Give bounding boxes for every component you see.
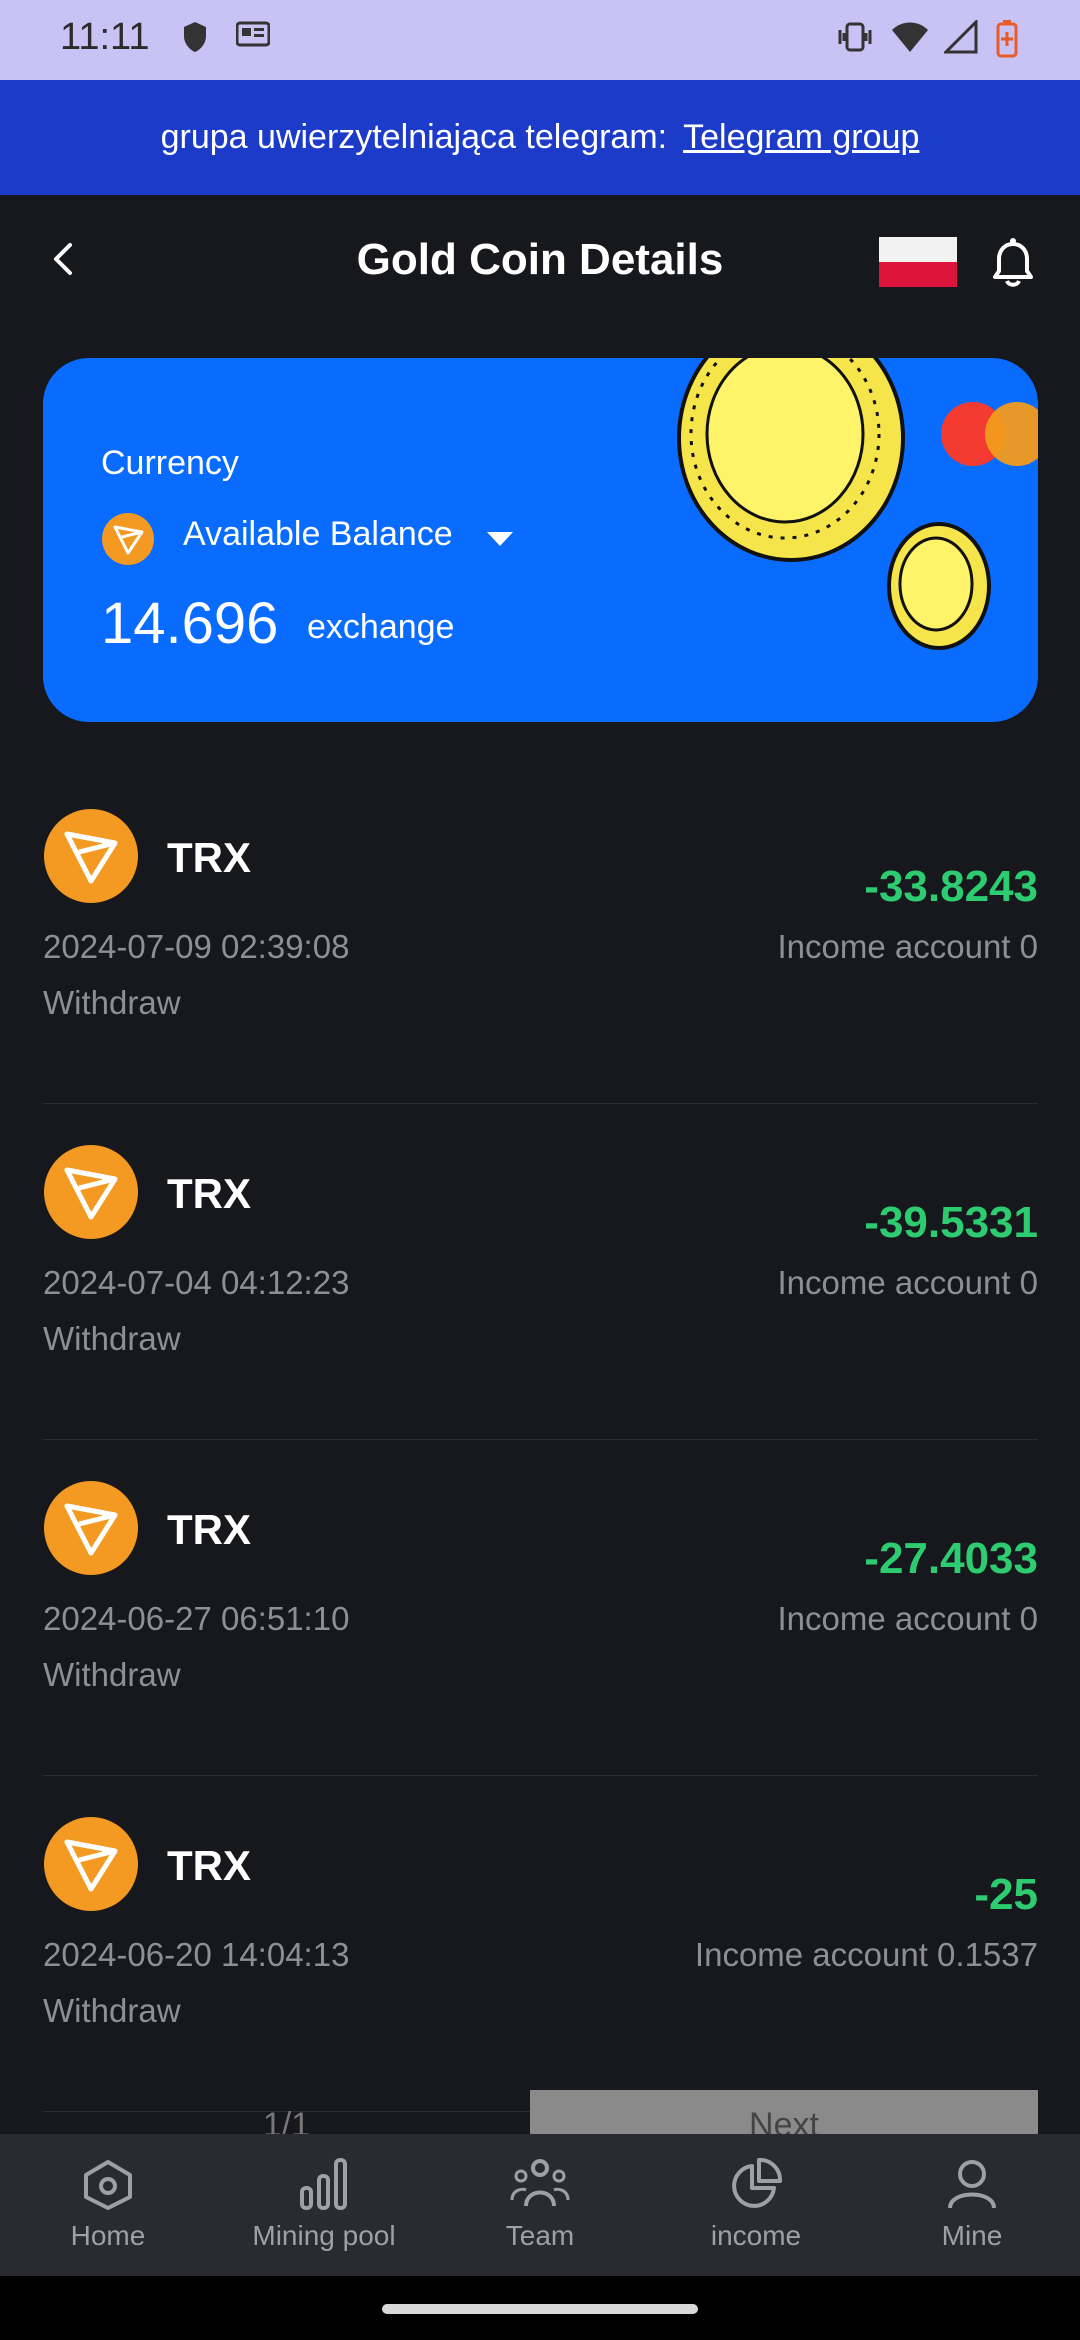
bottom-tab-bar: Home Mining pool Team income Mine [0,2134,1080,2276]
trx-coin-icon [44,809,138,903]
chevron-down-icon[interactable] [485,530,515,548]
tab-mining-pool[interactable]: Mining pool [216,2134,432,2276]
amount: -39.5331 [864,1198,1038,1247]
account-info: Income account 0 [777,928,1039,965]
amount: -25 [974,1870,1038,1919]
tab-label: Home [70,2220,146,2251]
tab-mine[interactable]: Mine [864,2134,1080,2276]
team-icon [510,2159,570,2207]
tab-income[interactable]: income [648,2134,864,2276]
transaction-type: Withdraw [43,1320,181,1357]
signal-icon [944,20,978,54]
list-item[interactable]: TRX -25 2024-06-20 14:04:13 Income accou… [43,1776,1038,2112]
timestamp: 2024-07-04 04:12:23 [43,1264,350,1301]
account-info: Income account 0 [777,1264,1039,1301]
vibrate-icon [838,22,872,52]
tab-label: Mine [941,2220,1003,2251]
shield-icon [184,22,206,52]
amount: -27.4033 [864,1534,1038,1583]
transaction-list: TRX -33.8243 2024-07-09 02:39:08 Income … [43,768,1038,2112]
trx-coin-icon [44,1817,138,1911]
wifi-icon [892,22,928,52]
trx-coin-icon [44,1145,138,1239]
poland-flag-icon[interactable] [879,237,957,287]
tab-label: income [710,2220,802,2251]
user-icon [948,2160,996,2209]
transaction-type: Withdraw [43,1656,181,1693]
timestamp: 2024-07-09 02:39:08 [43,928,350,965]
account-info: Income account 0.1537 [694,1936,1038,1973]
balance-value: 14.696 [101,591,279,656]
banner-text: grupa uwierzytelniająca telegram: [160,118,668,156]
tab-label: Team [505,2220,575,2251]
battery-icon [996,20,1018,58]
balance-card: Currency Available Balance 14.696 exchan… [43,358,1038,722]
available-balance-select[interactable]: Available Balance [183,515,453,554]
home-gesture-bar[interactable] [382,2304,698,2314]
list-item[interactable]: TRX -39.5331 2024-07-04 04:12:23 Income … [43,1104,1038,1440]
exchange-link[interactable]: exchange [307,608,454,647]
page-indicator: 1/1 [262,2106,311,2134]
currency-label: Currency [101,444,239,482]
timestamp: 2024-06-27 06:51:10 [43,1600,350,1637]
page-header: Gold Coin Details [0,195,1080,325]
bar-chart-icon [300,2158,347,2210]
news-icon [236,21,270,47]
pie-chart-icon [732,2158,782,2208]
account-info: Income account 0 [777,1600,1039,1637]
tab-team[interactable]: Team [432,2134,648,2276]
telegram-banner: grupa uwierzytelniająca telegram: Telegr… [0,80,1080,195]
coin-name: TRX [167,1842,251,1889]
timestamp: 2024-06-20 14:04:13 [43,1936,350,1973]
system-nav-bar [0,2276,1080,2340]
next-page-button[interactable]: Next [530,2090,1038,2134]
pagination: 1/1 Next [43,2090,1038,2134]
telegram-group-link[interactable]: Telegram group [683,118,919,157]
list-item[interactable]: TRX -33.8243 2024-07-09 02:39:08 Income … [43,768,1038,1104]
list-item[interactable]: TRX -27.4033 2024-06-27 06:51:10 Income … [43,1440,1038,1776]
coin-name: TRX [167,1506,251,1553]
tab-label: Mining pool [252,2220,396,2251]
bell-icon[interactable] [985,235,1041,291]
coin-name: TRX [167,1170,251,1217]
amount: -33.8243 [864,862,1038,911]
trx-coin-icon [102,513,154,565]
transaction-type: Withdraw [43,1992,181,2029]
tab-home[interactable]: Home [0,2134,216,2276]
status-time: 11:11 [60,16,150,58]
transaction-type: Withdraw [43,984,181,1021]
trx-coin-icon [44,1481,138,1575]
home-icon [84,2160,132,2210]
coin-name: TRX [167,834,251,881]
status-bar: 11:11 [0,0,1080,80]
gold-coins-icon [677,358,1038,650]
